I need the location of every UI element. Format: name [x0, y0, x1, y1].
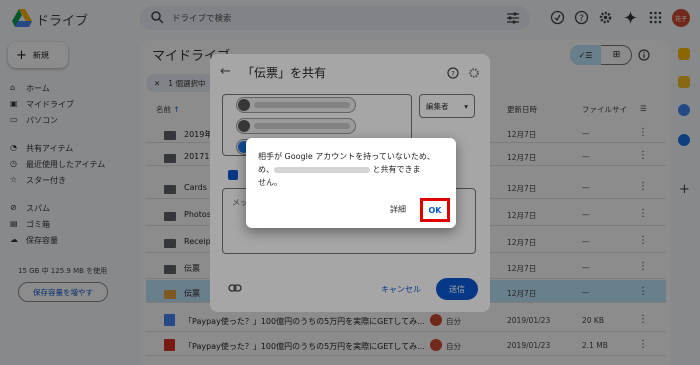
alert-line-2-suffix: と共有できま	[372, 165, 421, 174]
details-button[interactable]: 詳細	[382, 200, 414, 218]
redacted-email	[274, 166, 370, 173]
ok-button[interactable]: OK	[420, 198, 450, 222]
alert-message: 相手が Google アカウントを持っていないため、 め、 と共有できま せん。	[258, 150, 446, 189]
alert-line-2-prefix: め、	[258, 165, 274, 174]
alert-line-2: め、 と共有できま	[258, 163, 446, 176]
alert-line-1: 相手が Google アカウントを持っていないため、	[258, 152, 435, 161]
alert-line-3: せん。	[258, 178, 282, 187]
